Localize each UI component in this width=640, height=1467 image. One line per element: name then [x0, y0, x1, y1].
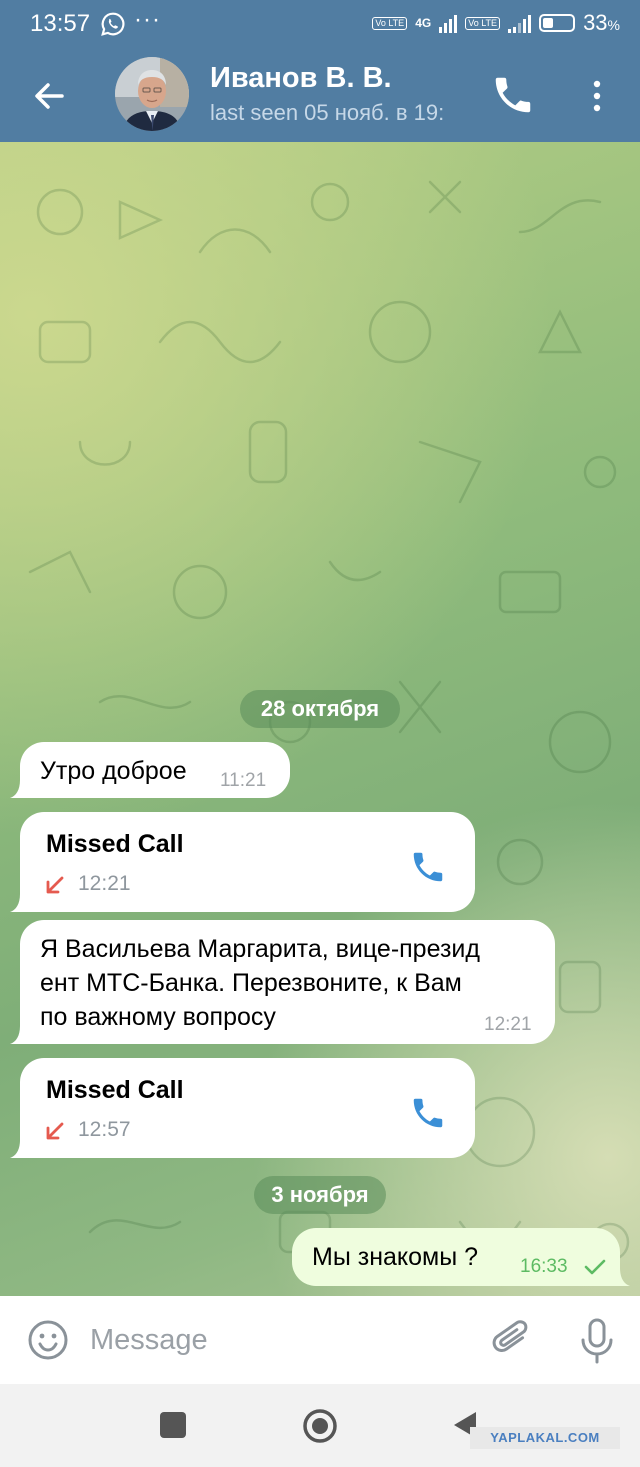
back-arrow-icon[interactable]: [28, 74, 72, 118]
missed-call-time: 12:21: [78, 872, 131, 895]
missed-call-bubble[interactable]: Missed Call 12:57: [10, 1058, 475, 1158]
battery-percent: 33%: [583, 10, 620, 35]
message-text-line: по важному вопросу: [40, 1003, 276, 1031]
message-bubble-incoming[interactable]: Я Васильева Маргарита, вице-презид ент М…: [10, 920, 555, 1044]
status-indicators: Vo LTE 4G Vo LTE 33%: [372, 10, 620, 36]
message-text-line: Я Васильева Маргарита, вице-презид: [40, 935, 480, 963]
message-bubble-outgoing[interactable]: Мы знакомы ? 16:33: [292, 1228, 630, 1286]
missed-call-title: Missed Call: [46, 1076, 184, 1104]
bubble-tail: [10, 894, 30, 912]
last-seen-status: last seen 05 нояб. в 19:: [210, 100, 445, 125]
phone-icon[interactable]: [490, 72, 536, 118]
message-time: 11:21: [220, 770, 267, 791]
missed-call-title: Missed Call: [46, 830, 184, 858]
message-bubble-incoming[interactable]: Утро доброе 11:21: [10, 742, 290, 798]
status-time: 13:57: [30, 10, 91, 37]
chat-messages[interactable]: 28 октября Утро доброе 11:21 Missed Call…: [0, 142, 640, 1296]
date-separator: 28 октября: [240, 690, 400, 728]
volte-badge-2: Vo LTE: [465, 16, 501, 30]
battery-icon: [539, 14, 576, 32]
status-bar: 13:57 ··· Vo LTE 4G Vo LTE 33%: [0, 0, 640, 50]
call-back-icon[interactable]: [409, 848, 447, 886]
chat-header: Иванов В. В. last seen 05 нояб. в 19:: [0, 50, 640, 142]
status-more: ···: [134, 6, 161, 33]
message-input[interactable]: [90, 1314, 470, 1366]
bubble-tail: [10, 1140, 30, 1158]
contact-name[interactable]: Иванов В. В.: [210, 62, 392, 95]
more-vert-icon[interactable]: [583, 74, 611, 118]
bubble-tail: [10, 1026, 30, 1044]
message-text: Утро доброе: [40, 757, 187, 785]
recents-button[interactable]: [160, 1412, 186, 1438]
call-back-icon[interactable]: [409, 1094, 447, 1132]
date-separator: 3 ноября: [254, 1176, 386, 1214]
bubble-tail: [610, 1268, 630, 1286]
message-text-line: ент МТС-Банка. Перезвоните, к Вам: [40, 969, 462, 997]
volte-badge: Vo LTE: [372, 16, 408, 30]
composer: [0, 1296, 640, 1384]
signal-icon-2: [508, 13, 532, 33]
message-time: 12:21: [484, 1014, 532, 1035]
message-text: Мы знакомы ?: [312, 1243, 479, 1271]
system-nav-bar: YAPLAKAL.COM: [0, 1384, 640, 1467]
home-button[interactable]: [302, 1408, 338, 1444]
signal-icon: [439, 13, 458, 33]
attach-icon[interactable]: [492, 1316, 532, 1364]
whatsapp-icon: [101, 12, 125, 36]
missed-call-arrow-icon: [46, 876, 64, 894]
message-time: 16:33: [520, 1256, 568, 1277]
bubble-tail: [10, 780, 30, 798]
watermark: YAPLAKAL.COM: [470, 1427, 620, 1449]
missed-call-time: 12:57: [78, 1118, 131, 1141]
missed-call-arrow-icon: [46, 1122, 64, 1140]
read-check-icon: [584, 1259, 606, 1275]
emoji-icon[interactable]: [26, 1318, 70, 1362]
microphone-icon[interactable]: [578, 1316, 616, 1366]
network-type: 4G: [415, 16, 432, 30]
missed-call-bubble[interactable]: Missed Call 12:21: [10, 812, 475, 912]
avatar[interactable]: [115, 57, 189, 131]
